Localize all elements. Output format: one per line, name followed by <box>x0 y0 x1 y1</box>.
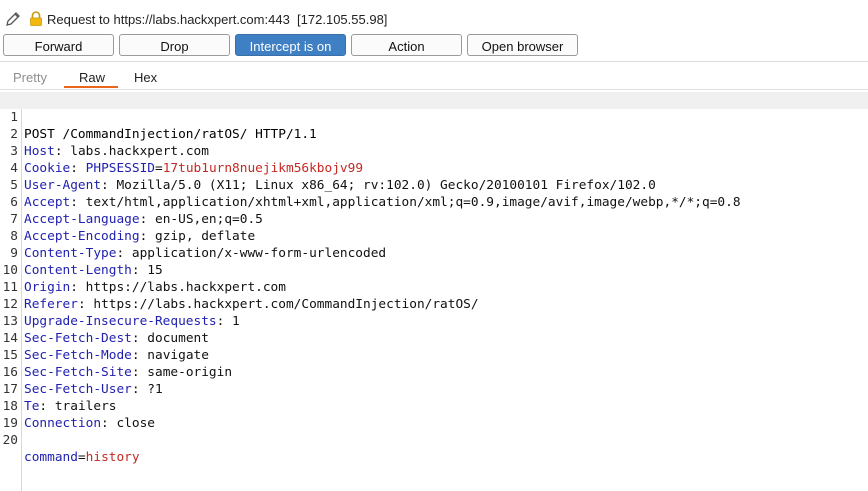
request-url: Request to https://labs.hackxpert.com:44… <box>47 12 290 27</box>
action-button[interactable]: Action <box>351 34 462 56</box>
tab-pretty[interactable]: Pretty <box>13 70 47 85</box>
forward-button[interactable]: Forward <box>3 34 114 56</box>
request-editor[interactable]: 1 POST /CommandInjection/ratOS/ HTTP/1.1… <box>0 92 868 491</box>
intercept-toggle-button[interactable]: Intercept is on <box>235 34 346 56</box>
request-bar: Request to https://labs.hackxpert.com:44… <box>0 0 868 34</box>
body-line[interactable]: 20 command=history <box>0 415 868 465</box>
tab-raw[interactable]: Raw <box>79 70 105 85</box>
header-line[interactable]: 7 Accept-Encoding: gzip, deflate <box>0 194 868 244</box>
line-number: 20 <box>2 433 18 448</box>
header-line[interactable]: 16 Sec-Fetch-User: ?1 <box>0 347 868 397</box>
header-line[interactable]: 14 Sec-Fetch-Mode: navigate <box>0 313 868 363</box>
tabs-divider <box>0 89 868 90</box>
intercept-toolbar: Forward Drop Intercept is on Action Open… <box>0 34 868 58</box>
request-line[interactable]: 1 POST /CommandInjection/ratOS/ HTTP/1.1 <box>0 92 868 142</box>
body-param-value: history <box>85 450 140 465</box>
request-ip: [172.105.55.98] <box>297 12 388 27</box>
header-line[interactable]: 18 Connection: close <box>0 381 868 431</box>
active-tab-indicator <box>64 86 118 88</box>
drop-button[interactable]: Drop <box>119 34 230 56</box>
header-line[interactable]: 5 Accept: text/html,application/xhtml+xm… <box>0 160 868 210</box>
lock-icon <box>30 11 42 26</box>
header-line[interactable]: 15 Sec-Fetch-Site: same-origin <box>0 330 868 380</box>
header-line[interactable]: 3 Cookie: PHPSESSID=17tub1urn8nuejikm56k… <box>0 126 868 176</box>
header-line[interactable]: 6 Accept-Language: en-US,en;q=0.5 <box>0 177 868 227</box>
message-view-tabs: Pretty Raw Hex <box>0 62 868 90</box>
header-line[interactable]: 4 User-Agent: Mozilla/5.0 (X11; Linux x8… <box>0 143 868 193</box>
header-line[interactable]: 13 Sec-Fetch-Dest: document <box>0 296 868 346</box>
pencil-icon[interactable] <box>4 10 22 28</box>
header-line[interactable]: 12 Upgrade-Insecure-Requests: 1 <box>0 279 868 329</box>
header-line[interactable]: 11 Referer: https://labs.hackxpert.com/C… <box>0 262 868 312</box>
header-line[interactable]: 17 Te: trailers <box>0 364 868 414</box>
request-target-label: Request to https://labs.hackxpert.com:44… <box>47 12 387 27</box>
header-line[interactable]: 2 Host: labs.hackxpert.com <box>0 109 868 159</box>
header-line[interactable]: 8 Content-Type: application/x-www-form-u… <box>0 211 868 261</box>
body-param-name: command <box>24 450 78 465</box>
header-line[interactable]: 9 Content-Length: 15 <box>0 228 868 278</box>
tab-hex[interactable]: Hex <box>134 70 157 85</box>
open-browser-button[interactable]: Open browser <box>467 34 578 56</box>
blank-line[interactable]: 19 <box>0 398 868 431</box>
header-line[interactable]: 10 Origin: https://labs.hackxpert.com <box>0 245 868 295</box>
